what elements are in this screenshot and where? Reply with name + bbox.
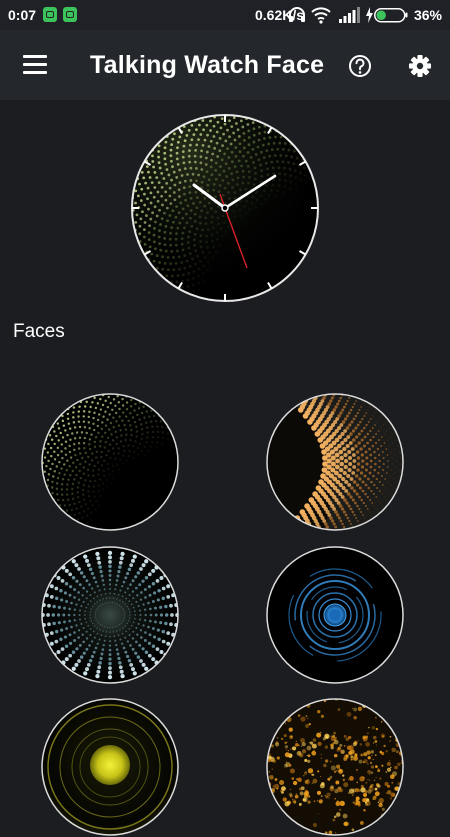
android-icon (63, 7, 77, 22)
settings-button[interactable] (405, 51, 435, 81)
watch-preview-graphic (130, 113, 320, 303)
help-icon (345, 51, 375, 81)
system-icons (288, 6, 408, 24)
battery-percent: 36% (414, 7, 442, 23)
status-bar: 0:07 0.62K/s 36% (0, 0, 450, 30)
menu-icon (18, 52, 52, 78)
face-option-orange-wave[interactable] (265, 392, 405, 532)
faces-heading: Faces (13, 321, 65, 343)
face-option-blue-rings[interactable] (265, 545, 405, 685)
watch-face-preview (130, 113, 320, 303)
face-option-gold-bokeh[interactable] (265, 697, 405, 837)
charging-icon (366, 7, 373, 23)
face-option-yellow-glow[interactable] (40, 697, 180, 837)
face-option-green-dots[interactable] (40, 392, 180, 532)
headset-icon (289, 8, 305, 22)
green-dots-face (40, 392, 180, 532)
face-option-blue-dot-tunnel[interactable] (40, 545, 180, 685)
wifi-icon (312, 8, 330, 23)
sim-icon (43, 7, 57, 22)
yellow-glow-face (40, 697, 180, 837)
menu-button[interactable] (18, 52, 52, 78)
app-title: Talking Watch Face (90, 51, 324, 80)
blue-rings-face (265, 545, 405, 685)
orange-wave-face (265, 392, 405, 532)
status-time: 0:07 (8, 7, 36, 23)
signal-icon (339, 7, 360, 23)
gold-bokeh-face (265, 697, 405, 837)
app-bar: Talking Watch Face (0, 30, 450, 100)
settings-icon (405, 51, 435, 81)
center-pin (222, 205, 228, 211)
help-button[interactable] (345, 51, 375, 81)
battery-icon (375, 9, 408, 22)
blue-dot-tunnel-face (40, 545, 180, 685)
